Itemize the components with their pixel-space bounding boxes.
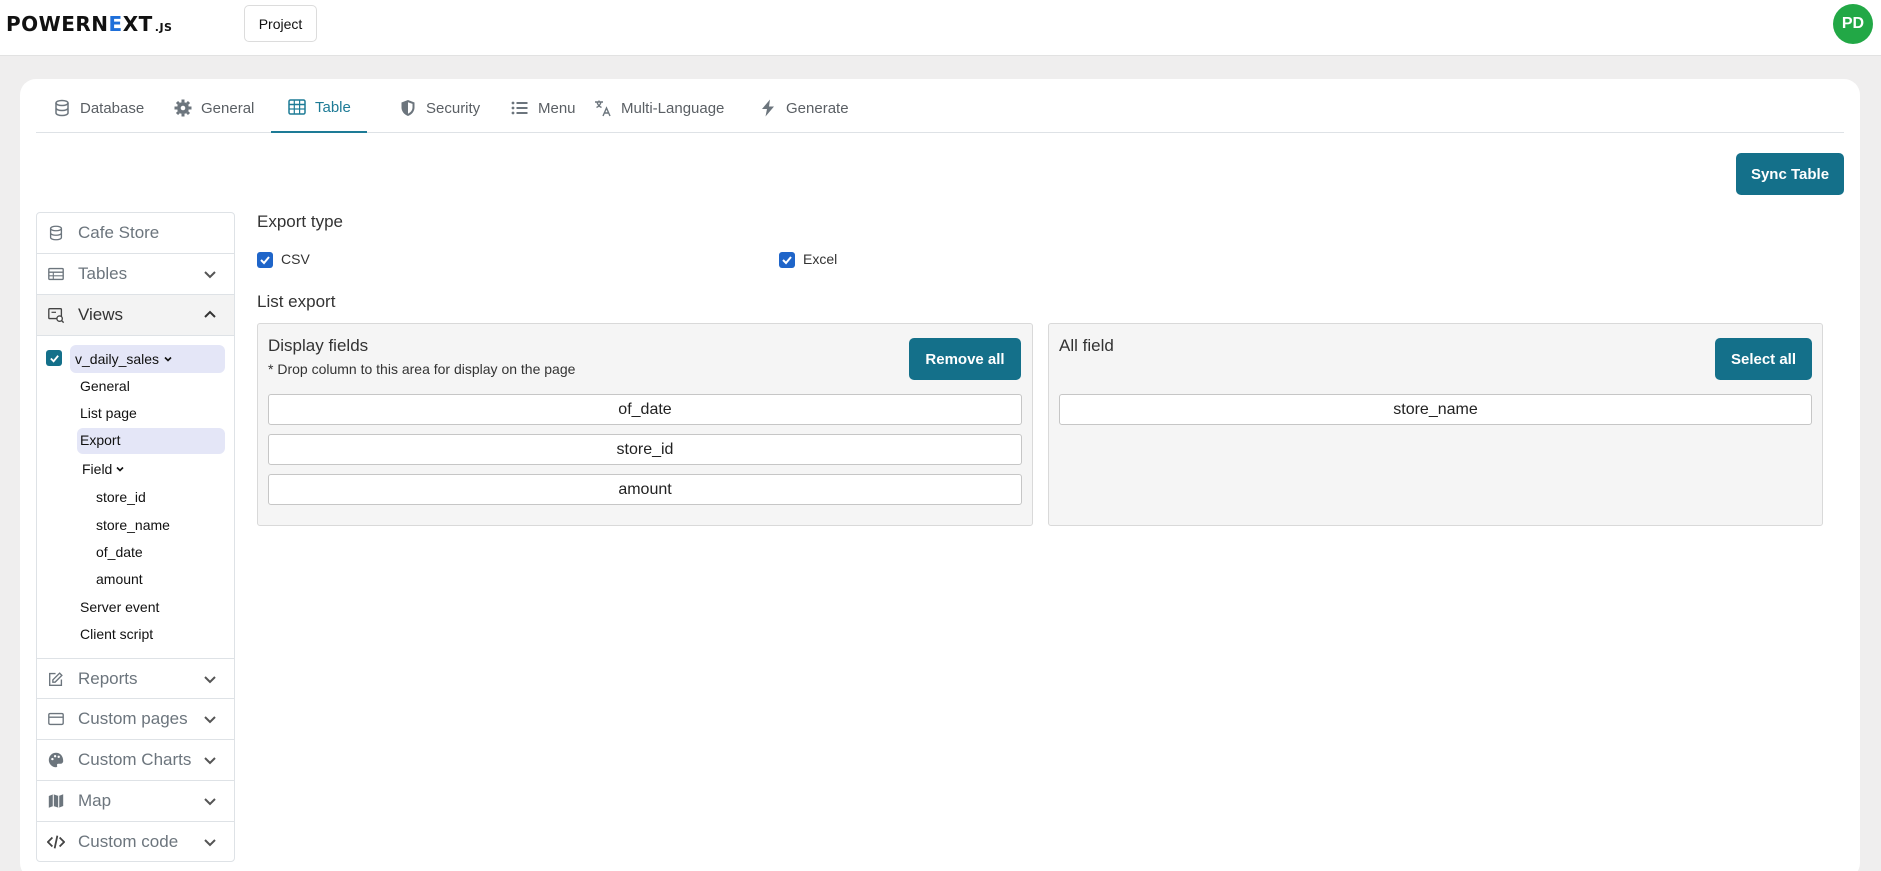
sidebar-item-custom-charts[interactable]: Custom Charts <box>37 740 234 781</box>
tree-field-amount[interactable]: amount <box>96 571 143 587</box>
select-all-button[interactable]: Select all <box>1715 338 1812 380</box>
all-fields-title: All field <box>1059 336 1114 355</box>
tab-label: Multi-Language <box>621 99 725 117</box>
chevron-down-icon <box>204 757 216 765</box>
display-fields-title: Display fields <box>268 336 369 355</box>
display-fields-note: * Drop column to this area for display o… <box>268 361 576 377</box>
all-fields-panel[interactable]: All field Select all store_name <box>1048 323 1823 526</box>
app-logo[interactable]: POWERNEXT .JS <box>6 12 173 36</box>
view-item-v-daily-sales[interactable]: v_daily_sales <box>70 345 225 373</box>
table-icon <box>45 263 67 285</box>
tab-multi-language[interactable]: Multi-Language <box>577 83 740 133</box>
csv-checkbox[interactable] <box>257 252 273 268</box>
project-button[interactable]: Project <box>244 5 317 42</box>
sidebar-item-label: Views <box>78 305 124 324</box>
remove-all-button[interactable]: Remove all <box>909 338 1021 380</box>
tab-label: Security <box>426 99 481 117</box>
bolt-icon <box>762 99 774 117</box>
main-tabs: Database General Table Security Menu Mul… <box>36 83 1844 133</box>
display-field-item[interactable]: of_date <box>268 394 1022 425</box>
sidebar-item-label: Cafe Store <box>78 223 160 242</box>
chevron-down-icon <box>116 466 124 472</box>
card-icon <box>45 708 67 730</box>
view-icon <box>45 304 67 326</box>
sidebar-item-label: Reports <box>78 668 138 688</box>
sidebar-item-label: Custom Charts <box>78 750 192 769</box>
list-export-label: List export <box>257 292 336 311</box>
sidebar-item-label: Custom pages <box>78 709 188 728</box>
logo-accent: E <box>108 12 123 36</box>
table-icon <box>288 99 306 115</box>
tree-item-list-page[interactable]: List page <box>80 405 137 421</box>
tree-field-of-date[interactable]: of_date <box>96 544 143 560</box>
logo-text: POWERN <box>6 12 109 36</box>
avatar[interactable]: PD <box>1833 4 1873 44</box>
view-name: v_daily_sales <box>75 351 160 367</box>
tree-item-export[interactable]: Export <box>77 428 225 454</box>
tab-security[interactable]: Security <box>382 83 496 133</box>
display-field-item[interactable]: store_id <box>268 434 1022 465</box>
sidebar-item-label: Custom code <box>78 832 179 851</box>
available-field-item[interactable]: store_name <box>1059 394 1812 425</box>
sidebar: Cafe Store Tables Views v_daily_sales Ge… <box>36 212 235 862</box>
display-fields-panel[interactable]: Display fields * Drop column to this are… <box>257 323 1033 526</box>
translate-icon <box>595 100 611 117</box>
sidebar-item-views[interactable]: Views <box>37 295 234 336</box>
chevron-down-icon <box>164 356 172 362</box>
chevron-down-icon <box>204 716 216 724</box>
excel-checkbox[interactable] <box>779 252 795 268</box>
database-icon <box>55 99 69 117</box>
chevron-down-icon <box>204 839 216 847</box>
map-icon <box>45 790 67 812</box>
tab-label: Generate <box>786 99 849 117</box>
tab-label: Database <box>80 99 145 117</box>
display-field-item[interactable]: amount <box>268 474 1022 505</box>
export-type-label: Export type <box>257 212 343 231</box>
gear-icon <box>174 99 192 117</box>
tree-item-field[interactable]: Field <box>82 461 125 477</box>
chevron-down-icon <box>204 676 216 684</box>
tree-item-server-event[interactable]: Server event <box>80 599 159 615</box>
sidebar-item-custom-pages[interactable]: Custom pages <box>37 699 234 740</box>
sidebar-item-reports[interactable]: Reports <box>37 658 234 699</box>
tree-item-client-script[interactable]: Client script <box>80 626 153 642</box>
tab-general[interactable]: General <box>157 83 270 133</box>
sidebar-item-custom-code[interactable]: Custom code <box>37 822 234 861</box>
top-bar: POWERNEXT .JS Project PD <box>0 0 1881 56</box>
shield-icon <box>401 100 415 116</box>
tab-database[interactable]: Database <box>36 83 160 133</box>
sidebar-item-label: Map <box>78 791 112 810</box>
list-icon <box>511 101 528 115</box>
sidebar-item-tables[interactable]: Tables <box>37 254 234 295</box>
chevron-down-icon <box>204 271 216 279</box>
field-label: Field <box>82 461 113 477</box>
tab-label: Table <box>315 98 351 116</box>
chevron-down-icon <box>204 798 216 806</box>
logo-suffix: .JS <box>154 21 173 34</box>
tree-field-store-name[interactable]: store_name <box>96 517 170 533</box>
excel-label[interactable]: Excel <box>803 251 837 267</box>
database-icon <box>45 222 67 244</box>
palette-icon <box>45 749 67 771</box>
logo-text-2: XT <box>122 12 153 36</box>
tree-field-store-id[interactable]: store_id <box>96 489 146 505</box>
tab-generate[interactable]: Generate <box>742 83 865 133</box>
edit-icon <box>45 668 67 690</box>
tab-label: Menu <box>538 99 576 117</box>
sidebar-item-label: Tables <box>78 264 128 283</box>
tab-table[interactable]: Table <box>271 83 367 133</box>
sidebar-item-map[interactable]: Map <box>37 781 234 822</box>
csv-label[interactable]: CSV <box>281 251 310 267</box>
code-icon <box>45 831 67 853</box>
sync-table-button[interactable]: Sync Table <box>1736 153 1844 195</box>
view-checkbox[interactable] <box>46 350 62 366</box>
sidebar-item-cafe-store[interactable]: Cafe Store <box>37 213 234 254</box>
tree-item-general[interactable]: General <box>80 378 130 394</box>
tab-label: General <box>201 99 255 117</box>
chevron-up-icon <box>204 310 216 318</box>
